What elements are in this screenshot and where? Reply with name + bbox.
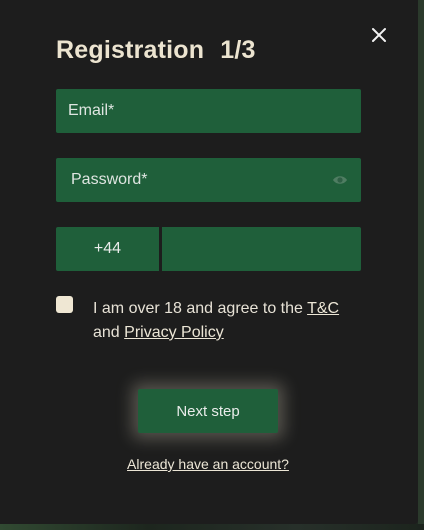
registration-modal: Registration1/3 +44 I a [0,0,418,524]
password-visibility-toggle[interactable] [332,174,348,186]
already-have-account-link[interactable]: Already have an account? [0,456,416,472]
next-step-button[interactable]: Next step [138,389,278,433]
step-indicator: 1/3 [220,36,256,64]
eye-icon [333,176,347,184]
tc-link[interactable]: T&C [307,300,339,317]
password-field[interactable] [56,158,361,202]
close-button[interactable] [368,24,390,46]
phone-country-code-select[interactable]: +44 [56,227,159,271]
modal-title: Registration 1/3 [56,36,256,65]
phone-field-container [162,227,361,271]
modal-title-text: Registration [56,36,205,64]
phone-number-field[interactable] [162,227,361,271]
email-field[interactable] [56,89,361,133]
age-terms-checkbox[interactable] [56,296,73,313]
registration-page: Registration1/3 +44 I a [0,0,424,530]
background-edge-bottom [0,524,424,530]
close-icon [372,28,386,42]
age-terms-text: I am over 18 and agree to the [93,300,303,317]
terms-and-text: and [93,324,120,341]
age-terms-label: I am over 18 and agree to the T&C and Pr… [93,297,363,345]
background-edge-right [418,0,424,530]
privacy-policy-link[interactable]: Privacy Policy [124,324,224,341]
password-field-container [56,158,361,202]
email-field-container [56,89,361,133]
